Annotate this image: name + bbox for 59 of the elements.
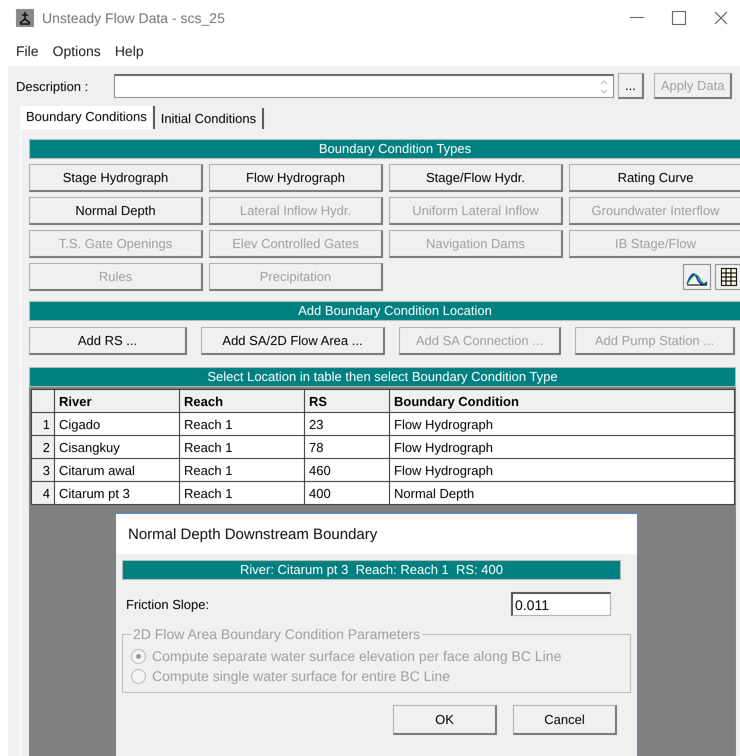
menu-item[interactable]: Help <box>114 43 144 59</box>
group-legend: 2D Flow Area Boundary Condition Parameters <box>131 626 422 642</box>
table-cell[interactable]: 23 <box>304 412 390 436</box>
column-header: River <box>54 390 180 412</box>
menu-item[interactable]: Options <box>52 43 101 59</box>
dialog-button[interactable]: Cancel <box>513 705 617 735</box>
table-cell[interactable]: Flow Hydrograph <box>390 436 734 458</box>
table-cell[interactable]: Reach 1 <box>180 458 304 482</box>
plot-button[interactable] <box>683 264 711 290</box>
condition-type-button[interactable]: Rating Curve <box>569 164 740 192</box>
table-button[interactable] <box>715 264 740 290</box>
condition-type-button[interactable]: Flow Hydrograph <box>209 164 383 192</box>
table-cell[interactable]: Citarum pt 3 <box>54 482 180 504</box>
add-location-button[interactable]: Add SA/2D Flow Area ... <box>201 327 385 355</box>
condition-type-button[interactable]: Stage Hydrograph <box>29 164 203 192</box>
tab[interactable]: Initial Conditions <box>154 108 264 129</box>
table-cell[interactable]: Flow Hydrograph <box>390 412 734 436</box>
description-field[interactable] <box>114 74 614 98</box>
table-cell[interactable]: 400 <box>304 482 390 504</box>
table-cell[interactable]: Cisangkuy <box>54 436 180 458</box>
close-icon[interactable] <box>714 11 728 25</box>
menu-item[interactable]: File <box>16 43 39 59</box>
table-cell[interactable]: Normal Depth <box>390 482 734 504</box>
maximize-icon[interactable] <box>672 11 686 25</box>
condition-type-button[interactable]: Normal Depth <box>29 197 203 225</box>
dialog-title: Normal Depth Downstream Boundary <box>116 514 637 554</box>
more-button[interactable]: ... <box>618 73 644 99</box>
friction-slope-field[interactable]: 0.011 <box>511 592 611 616</box>
condition-type-button[interactable]: Stage/Flow Hydr. <box>389 164 563 192</box>
add-location-button[interactable]: Add RS ... <box>29 327 187 355</box>
table-cell[interactable]: Citarum awal <box>54 458 180 482</box>
field-label: Description : <box>16 78 90 94</box>
dialog-button[interactable]: OK <box>393 705 497 735</box>
row-number: 3 <box>32 458 54 482</box>
table-cell[interactable]: 460 <box>304 458 390 482</box>
row-number: 2 <box>32 436 54 458</box>
table-cell[interactable]: Reach 1 <box>180 412 304 436</box>
table-caption: Select Location in table then select Boundary Condition Type <box>29 367 736 387</box>
field-label: Friction Slope: <box>126 596 210 612</box>
radio-label: Compute separate water surface elevation per face along BC Line <box>152 648 562 664</box>
table-cell[interactable]: Cigado <box>54 412 180 436</box>
table-cell[interactable]: Reach 1 <box>180 482 304 504</box>
section-header: Add Boundary Condition Location <box>29 301 740 321</box>
table-icon <box>721 268 737 286</box>
tab[interactable]: Boundary Conditions <box>20 106 155 129</box>
window-title: Unsteady Flow Data - scs_25 <box>42 10 226 26</box>
app-icon <box>16 9 34 27</box>
table-cell[interactable]: Reach 1 <box>180 436 304 458</box>
table-corner <box>32 390 54 412</box>
table-cell[interactable]: 78 <box>304 436 390 458</box>
location-header: River: Citarum pt 3 Reach: Reach 1 RS: 400 <box>122 560 621 580</box>
table-cell[interactable]: Flow Hydrograph <box>390 458 734 482</box>
column-header: Boundary Condition <box>390 390 734 412</box>
column-header: Reach <box>180 390 304 412</box>
section-header: Boundary Condition Types <box>29 139 740 159</box>
row-number: 4 <box>32 482 54 504</box>
row-number: 1 <box>32 412 54 436</box>
radio-label: Compute single water surface for entire BC Line <box>152 668 450 684</box>
minimize-icon[interactable] <box>630 17 644 19</box>
